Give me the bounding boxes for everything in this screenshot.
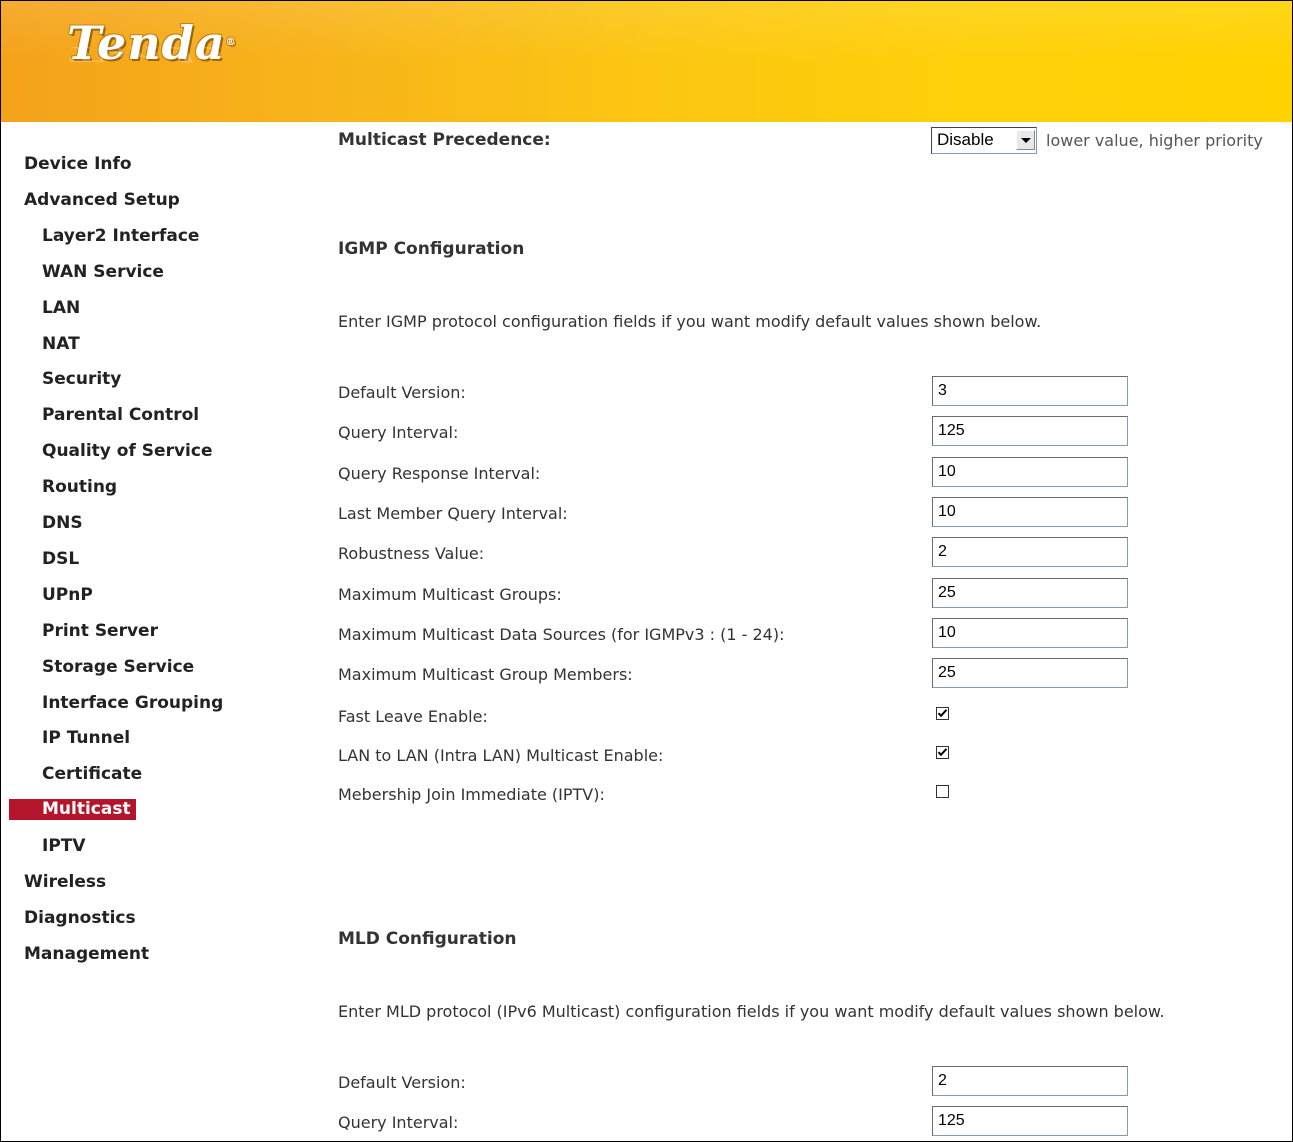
igmp-checkbox[interactable] bbox=[936, 746, 949, 759]
igmp-section-title: IGMP Configuration bbox=[338, 239, 525, 259]
igmp-field-label: Maximum Multicast Group Members: bbox=[338, 665, 633, 685]
igmp-field-label: Robustness Value: bbox=[338, 544, 485, 564]
sidebar-item-management[interactable]: Management bbox=[24, 943, 149, 965]
sidebar-item-lan[interactable]: LAN bbox=[42, 297, 80, 319]
mld-field-input[interactable] bbox=[932, 1106, 1128, 1137]
sidebar-item-interface-grouping[interactable]: Interface Grouping bbox=[42, 692, 223, 714]
tenda-logo: Tenda® Tenda bbox=[67, 16, 237, 70]
sidebar-item-print-server[interactable]: Print Server bbox=[42, 620, 158, 642]
sidebar-item-routing[interactable]: Routing bbox=[42, 476, 117, 498]
sidebar-item-device-info[interactable]: Device Info bbox=[24, 153, 132, 175]
igmp-field-input[interactable] bbox=[932, 537, 1128, 568]
mld-field-label: Default Version: bbox=[338, 1073, 466, 1092]
igmp-checkbox-label: Fast Leave Enable: bbox=[338, 707, 488, 726]
sidebar-item-parental-control[interactable]: Parental Control bbox=[42, 404, 199, 426]
igmp-field-input[interactable] bbox=[932, 496, 1128, 527]
sidebar-item-nat[interactable]: NAT bbox=[42, 333, 80, 355]
sidebar-item-layer2-interface[interactable]: Layer2 Interface bbox=[42, 225, 199, 247]
sidebar-item-storage-service[interactable]: Storage Service bbox=[42, 656, 194, 678]
multicast-precedence-value: Disable bbox=[937, 130, 994, 149]
mld-section-title: MLD Configuration bbox=[338, 929, 517, 949]
sidebar-item-multicast[interactable]: Multicast bbox=[9, 799, 136, 821]
checkmark-icon bbox=[937, 709, 948, 718]
igmp-field-input[interactable] bbox=[932, 376, 1128, 406]
sidebar-item-diagnostics[interactable]: Diagnostics bbox=[24, 907, 136, 929]
mld-field-input[interactable] bbox=[932, 1066, 1128, 1096]
precedence-hint: lower value, higher priority bbox=[1046, 131, 1263, 150]
sidebar-item-advanced-setup[interactable]: Advanced Setup bbox=[24, 189, 180, 211]
sidebar-item-dns[interactable]: DNS bbox=[42, 512, 83, 534]
sidebar-item-wireless[interactable]: Wireless bbox=[24, 871, 106, 893]
sidebar-item-upnp[interactable]: UPnP bbox=[42, 584, 93, 606]
igmp-checkbox[interactable] bbox=[936, 785, 949, 798]
logo-reflection: Tenda bbox=[67, 42, 226, 67]
sidebar-item-iptv[interactable]: IPTV bbox=[42, 835, 86, 857]
igmp-field-input[interactable] bbox=[932, 577, 1128, 608]
checkmark-icon bbox=[937, 748, 948, 757]
igmp-field-input[interactable] bbox=[932, 456, 1128, 487]
sidebar-item-dsl[interactable]: DSL bbox=[42, 548, 79, 570]
header-banner: Tenda® Tenda bbox=[1, 1, 1292, 122]
multicast-precedence-label: Multicast Precedence: bbox=[338, 130, 551, 150]
igmp-field-label: Maximum Multicast Groups: bbox=[338, 584, 562, 604]
mld-description: Enter MLD protocol (IPv6 Multicast) conf… bbox=[338, 1002, 1165, 1021]
igmp-field-label: Maximum Multicast Data Sources (for IGMP… bbox=[338, 624, 785, 644]
igmp-checkbox[interactable] bbox=[936, 707, 949, 720]
igmp-field-input[interactable] bbox=[932, 617, 1128, 648]
sidebar-nav: Device Info Advanced Setup Layer2 Interfac… bbox=[1, 122, 276, 1141]
igmp-field-input[interactable] bbox=[932, 416, 1128, 447]
sidebar-item-quality-of-service[interactable]: Quality of Service bbox=[42, 440, 212, 462]
igmp-field-label: Query Response Interval: bbox=[338, 463, 541, 483]
igmp-checkbox-label: LAN to LAN (Intra LAN) Multicast Enable: bbox=[338, 746, 664, 765]
sidebar-item-certificate[interactable]: Certificate bbox=[42, 763, 142, 785]
chevron-down-icon[interactable] bbox=[1016, 130, 1035, 150]
igmp-description: Enter IGMP protocol configuration fields… bbox=[338, 312, 1042, 331]
igmp-checkbox-label: Mebership Join Immediate (IPTV): bbox=[338, 785, 605, 804]
igmp-field-label: Last Member Query Interval: bbox=[338, 503, 568, 523]
sidebar-item-security[interactable]: Security bbox=[42, 368, 121, 390]
igmp-field-label: Default Version: bbox=[338, 383, 466, 402]
page-frame: Tenda® Tenda Device Info Advanced Setup La… bbox=[0, 0, 1293, 1142]
sidebar-item-wan-service[interactable]: WAN Service bbox=[42, 261, 164, 283]
igmp-field-input[interactable] bbox=[932, 658, 1128, 689]
mld-field-label: Query Interval: bbox=[338, 1113, 459, 1133]
main-content: Multicast Precedence: Disable lower valu… bbox=[277, 122, 1292, 1141]
igmp-field-label: Query Interval: bbox=[338, 423, 459, 443]
multicast-precedence-select[interactable]: Disable bbox=[931, 127, 1037, 154]
sidebar-item-ip-tunnel[interactable]: IP Tunnel bbox=[42, 727, 130, 749]
